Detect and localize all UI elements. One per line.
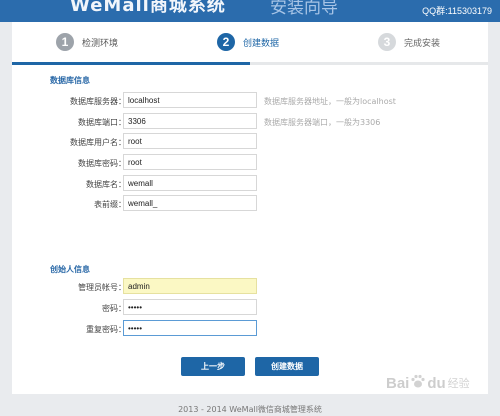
admin-account-input[interactable] xyxy=(123,278,257,294)
app-logo: WeMall商城系统 xyxy=(70,0,226,16)
admin-password-input[interactable] xyxy=(123,299,257,315)
db-server-label: 数据库服务器： xyxy=(70,97,126,106)
founder-section-title: 创始人信息 xyxy=(50,265,90,274)
db-user-row: 数据库用户名： xyxy=(12,133,488,151)
header-bar: WeMall商城系统 安装向导 QQ群:115303179 xyxy=(0,0,500,22)
create-data-button[interactable]: 创建数据 xyxy=(255,357,319,376)
admin-confirm-password-row: 重复密码： xyxy=(12,320,488,338)
step-create-data: 2 创建数据 xyxy=(217,31,279,53)
progress-fill xyxy=(12,62,250,65)
table-prefix-row: 表前缀： xyxy=(12,195,488,213)
step-indicator: 1 检测环境 2 创建数据 3 完成安装 xyxy=(12,22,488,62)
table-prefix-input[interactable] xyxy=(123,195,257,211)
step-check-environment: 1 检测环境 xyxy=(56,31,118,53)
database-section-title: 数据库信息 xyxy=(50,76,90,85)
admin-confirm-password-label: 重复密码： xyxy=(86,325,126,334)
admin-account-label: 管理员帐号： xyxy=(78,283,126,292)
step-label: 创建数据 xyxy=(243,38,280,49)
db-name-label: 数据库名： xyxy=(86,180,126,189)
step-number: 1 xyxy=(56,33,74,51)
db-server-input[interactable] xyxy=(123,92,257,108)
step-number: 3 xyxy=(378,33,396,51)
step-label: 检测环境 xyxy=(82,38,119,49)
db-password-row: 数据库密码： xyxy=(12,154,488,172)
db-port-row: 数据库端口： 数据库服务器端口，一般为3306 xyxy=(12,113,488,131)
db-port-hint: 数据库服务器端口，一般为3306 xyxy=(264,118,381,127)
db-user-input[interactable] xyxy=(123,133,257,149)
db-port-label: 数据库端口： xyxy=(78,118,126,127)
db-server-hint: 数据库服务器地址，一般为localhost xyxy=(264,97,396,106)
admin-confirm-password-input[interactable] xyxy=(123,320,257,336)
previous-step-button[interactable]: 上一步 xyxy=(181,357,245,376)
qq-group-text: QQ群:115303179 xyxy=(422,6,492,16)
db-password-label: 数据库密码： xyxy=(78,159,126,168)
admin-password-row: 密码： xyxy=(12,299,488,317)
step-finish-install: 3 完成安装 xyxy=(378,31,440,53)
footer-copyright: 2013 - 2014 WeMall微信商城管理系统 xyxy=(178,405,322,414)
db-password-input[interactable] xyxy=(123,154,257,170)
step-number: 2 xyxy=(217,33,235,51)
progress-track xyxy=(12,62,488,65)
db-port-input[interactable] xyxy=(123,113,257,129)
step-label: 完成安装 xyxy=(404,38,441,49)
db-name-input[interactable] xyxy=(123,175,257,191)
db-server-row: 数据库服务器： 数据库服务器地址，一般为localhost xyxy=(12,92,488,110)
install-wizard-title: 安装向导 xyxy=(270,0,338,18)
db-user-label: 数据库用户名： xyxy=(70,138,126,147)
install-card: 1 检测环境 2 创建数据 3 完成安装 数据库信息 数据库服务器： 数据库服务… xyxy=(12,22,488,394)
admin-account-row: 管理员帐号： xyxy=(12,278,488,296)
db-name-row: 数据库名： xyxy=(12,175,488,193)
table-prefix-label: 表前缀： xyxy=(94,200,126,209)
